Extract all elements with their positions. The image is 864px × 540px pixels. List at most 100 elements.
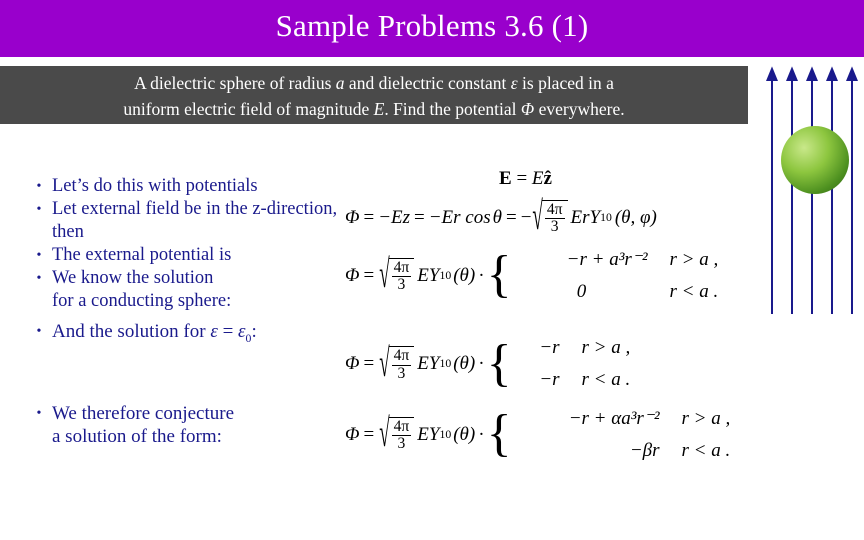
radical-icon: √ — [379, 412, 390, 457]
equation-external-potential: Φ = −Ez = −Er cos θ = − √ 4π 3 ErY 10 (θ,… — [345, 195, 657, 240]
sqrt-4pi-over-3: √ 4π 3 — [532, 195, 568, 240]
equals-sign-2: = — [414, 206, 425, 228]
ErY-term: ErY — [570, 206, 601, 228]
case-value: −r + a³r⁻² — [566, 249, 648, 270]
list-item-continuation: a solution of the form: — [52, 426, 222, 447]
equals-sign: = — [363, 353, 375, 374]
case-value: 0 — [576, 281, 587, 302]
case-row: −r + a³r⁻² r > a , — [516, 248, 719, 281]
fraction-numerator: 4π — [391, 347, 412, 366]
radius-symbol: a — [335, 73, 345, 93]
case-value: −r + αa³r⁻² — [568, 408, 660, 429]
case-value: −r — [539, 369, 560, 390]
case-condition: r > a , — [581, 337, 631, 358]
equation-conducting-sphere: Φ = √ 4π 3 EY 10 (θ) · { −r + a³r⁻² r > a… — [345, 248, 718, 303]
phi-symbol: Φ — [345, 353, 360, 374]
equals-sign: = — [363, 423, 375, 445]
case-row: −r r < a . — [516, 369, 631, 391]
case-row: 0 r < a . — [516, 281, 719, 303]
case-condition: r < a . — [681, 440, 731, 461]
statement-line-1: A dielectric sphere of radius a and diel… — [0, 70, 748, 96]
multiplication-dot: · — [478, 423, 485, 445]
fraction-4pi-3: 4π 3 — [391, 258, 412, 294]
list-item: • We know the solution — [26, 267, 356, 290]
equals-sign-3: = — [505, 206, 517, 228]
cases-block: −r r > a , −r r < a . — [516, 337, 631, 391]
fraction-4pi-3: 4π 3 — [391, 347, 412, 382]
Y-subscript: 10 — [600, 210, 612, 224]
bullet-list-primary: • Let’s do this with potentials • Let ex… — [26, 175, 356, 313]
list-item-label: We therefore conjecture — [52, 403, 235, 424]
left-brace-icon: { — [486, 334, 512, 392]
bullet-icon: • — [36, 179, 42, 194]
title-bar: Sample Problems 3.6 (1) — [0, 0, 864, 57]
case-value: −βr — [629, 440, 660, 461]
theta-symbol: θ — [492, 206, 502, 228]
eps0-symbol: ε — [238, 321, 246, 342]
statement-line-2: uniform electric field of magnitude E. F… — [0, 96, 748, 122]
case-condition: r > a , — [681, 408, 731, 429]
equation-conjectured-solution: Φ = √ 4π 3 EY 10 (θ) · { −r + αa³r⁻² r > … — [345, 407, 730, 462]
case-condition: r > a , — [669, 249, 719, 270]
EY-term: EY — [417, 264, 440, 286]
radical-icon: √ — [532, 195, 543, 240]
list-item: • And the solution for ε = ε0: — [26, 320, 366, 350]
Y-subscript: 10 — [439, 268, 452, 282]
field-arrows — [766, 66, 858, 314]
Y-subscript: 10 — [439, 427, 452, 441]
list-item-continuation: for a conducting sphere: — [52, 291, 232, 311]
list-item: • Let’s do this with potentials — [26, 175, 356, 198]
fraction-denominator: 3 — [550, 218, 559, 236]
EY-term: EY — [417, 353, 440, 374]
sqrt-4pi-over-3: √ 4π 3 — [379, 256, 415, 295]
left-brace-icon: { — [486, 405, 512, 463]
statement-line-2-part-b: . Find the potential — [384, 99, 521, 119]
Y-subscript: 10 — [439, 357, 452, 370]
problem-statement: A dielectric sphere of radius a and diel… — [0, 66, 748, 124]
statement-line-1-part-a: A dielectric sphere of radius — [134, 73, 336, 93]
multiplication-dot: · — [478, 264, 485, 286]
case-row: −r + αa³r⁻² r > a , — [516, 407, 731, 440]
cases-block: −r + αa³r⁻² r > a , −βr r < a . — [516, 407, 731, 462]
bullet-icon: • — [36, 406, 42, 421]
radical-icon: √ — [379, 341, 390, 387]
fraction-denominator: 3 — [397, 276, 406, 293]
case-value: −r — [539, 337, 560, 358]
phi-symbol: Φ — [345, 423, 360, 445]
eps-symbol: ε — [210, 321, 218, 342]
left-brace-icon: { — [486, 246, 512, 304]
bullet-icon: • — [36, 202, 42, 217]
fraction-numerator: 4π — [391, 258, 412, 277]
statement-line-1-part-c: is placed in a — [517, 73, 614, 93]
equals-sign: = — [363, 264, 375, 286]
sqrt-4pi-over-3: √ 4π 3 — [379, 412, 415, 457]
bullet-list-eps0: • And the solution for ε = ε0: — [26, 320, 366, 350]
list-item: • We therefore conjecture — [26, 402, 366, 425]
epsilon-symbol: ε — [510, 73, 518, 93]
cases-block: −r + a³r⁻² r > a , 0 r < a . — [516, 248, 719, 303]
fraction-denominator: 3 — [397, 435, 406, 452]
sqrt-4pi-over-3: √ 4π 3 — [379, 341, 415, 387]
fraction-4pi-3: 4π 3 — [544, 201, 565, 236]
z-hat-symbol: ẑ — [543, 168, 552, 189]
fraction-numerator: 4π — [544, 201, 565, 220]
case-condition: r < a . — [581, 369, 631, 390]
eps0-text-b: = — [217, 321, 239, 342]
equation-external-field: E = Eẑ — [499, 168, 552, 190]
bullet-list-conjecture: • We therefore conjecture a solution of … — [26, 402, 366, 448]
list-item-label: And the solution for ε = ε0: — [52, 320, 366, 350]
multiplication-dot: · — [478, 353, 485, 374]
statement-line-2-part-a: uniform electric field of magnitude — [123, 99, 374, 119]
equals-sign: = — [516, 168, 528, 189]
bullet-icon: • — [36, 248, 42, 263]
fraction-numerator: 4π — [391, 417, 412, 436]
theta-argument: (θ) — [453, 423, 476, 445]
case-condition: r < a . — [669, 281, 719, 302]
dielectric-sphere — [781, 126, 849, 194]
theta-argument: (θ) — [453, 264, 476, 286]
list-item-label: Let’s do this with potentials — [52, 176, 258, 196]
list-item-label: The external potential is — [52, 245, 232, 265]
minus-Ez-term: −Ez — [378, 206, 411, 228]
figure-sphere-in-field — [760, 66, 864, 326]
list-item-label: We know the solution — [52, 268, 214, 288]
